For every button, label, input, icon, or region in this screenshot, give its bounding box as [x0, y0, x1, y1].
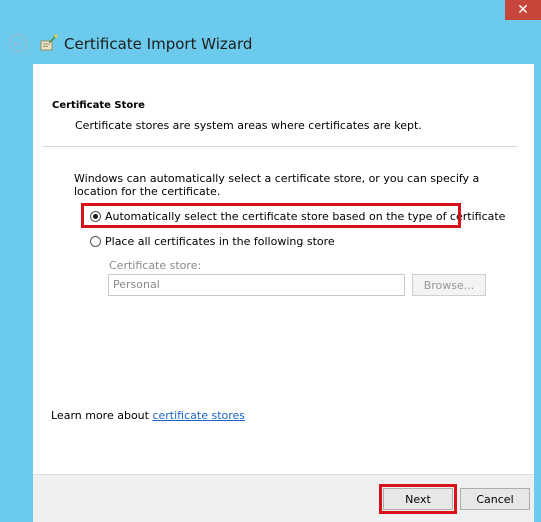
section-title: Certificate Store	[52, 100, 145, 111]
radio-manual-store[interactable]: Place all certificates in the following …	[90, 235, 335, 248]
next-highlight	[379, 484, 457, 514]
browse-button: Browse...	[412, 274, 486, 296]
wizard-footer: Next Cancel	[33, 474, 534, 522]
certificate-wizard-icon	[40, 34, 58, 51]
section-description: Certificate stores are system areas wher…	[75, 119, 422, 132]
learn-more: Learn more about certificate stores	[51, 409, 245, 422]
radio-manual-indicator[interactable]	[90, 236, 101, 247]
window-title: Certificate Import Wizard	[64, 35, 253, 53]
learn-more-prefix: Learn more about	[51, 409, 153, 422]
certificate-stores-link[interactable]: certificate stores	[152, 409, 245, 422]
wizard-content: Certificate Store Certificate stores are…	[33, 64, 534, 474]
intro-text: Windows can automatically select a certi…	[74, 172, 480, 198]
wizard-window: ✕ ← Certificate Import Wizard Certificat…	[0, 0, 541, 522]
cancel-button[interactable]: Cancel	[460, 488, 530, 510]
auto-select-highlight	[81, 203, 461, 228]
back-button[interactable]: ←	[9, 34, 27, 52]
close-button[interactable]: ✕	[505, 0, 541, 20]
close-icon: ✕	[517, 2, 529, 18]
radio-manual-label: Place all certificates in the following …	[105, 235, 335, 248]
store-input: Personal	[108, 274, 405, 296]
divider	[43, 146, 517, 147]
back-arrow-icon: ←	[13, 36, 23, 50]
store-label: Certificate store:	[109, 259, 202, 272]
